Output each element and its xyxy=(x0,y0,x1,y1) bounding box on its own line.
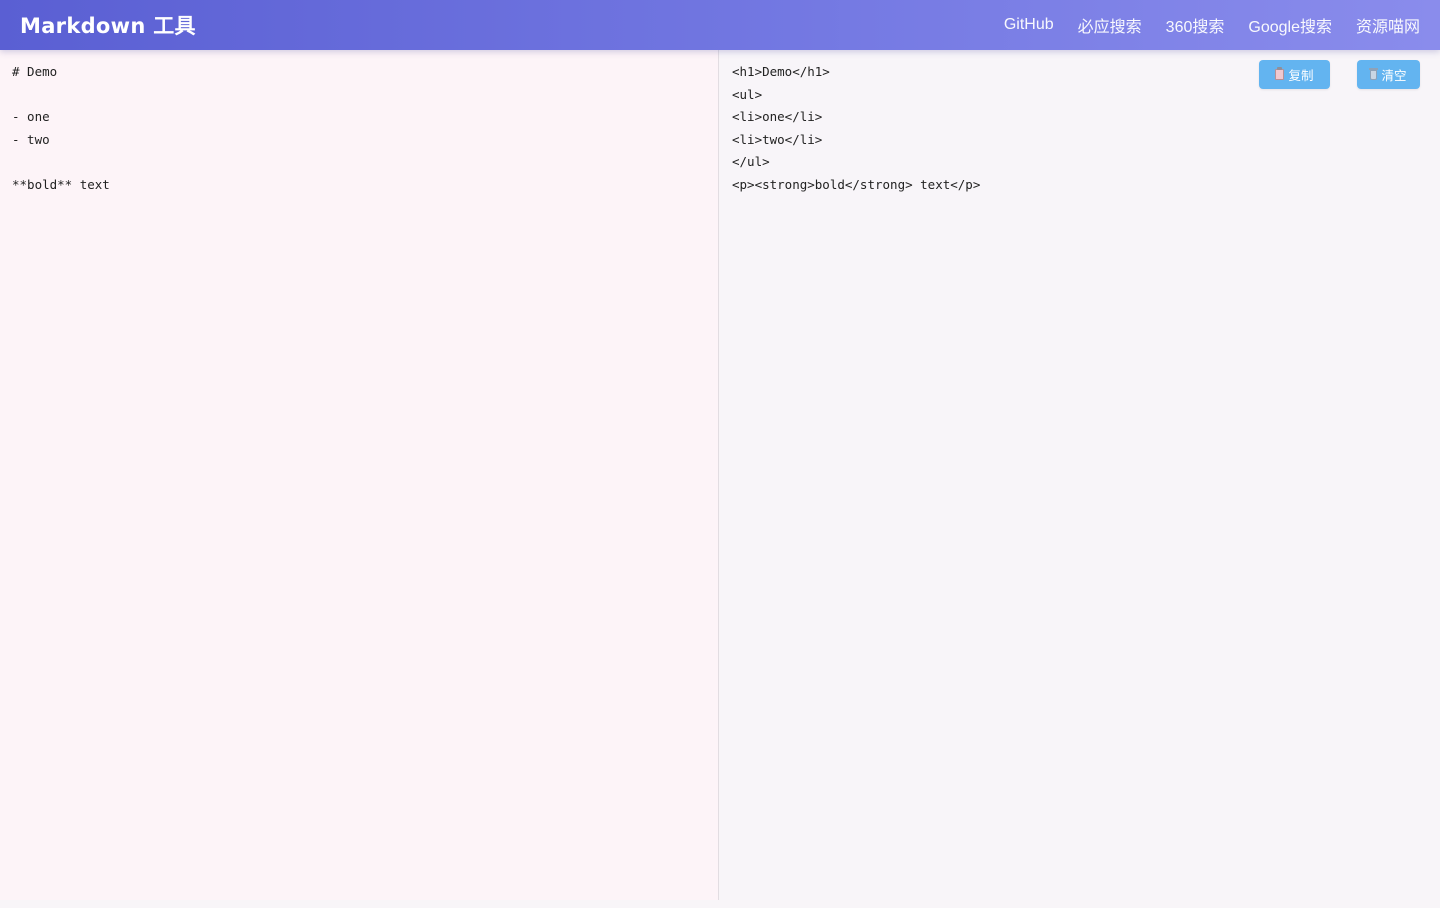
html-output-pane: <h1>Demo</h1> <ul> <li>one</li> <li>two<… xyxy=(720,50,1440,900)
trash-icon xyxy=(1369,67,1379,80)
top-bar: Markdown 工具 GitHub 必应搜索 360搜索 Google搜索 资… xyxy=(0,0,1440,50)
nav-link-resource-site[interactable]: 资源喵网 xyxy=(1356,13,1420,37)
html-output[interactable]: <h1>Demo</h1> <ul> <li>one</li> <li>two<… xyxy=(720,50,1440,207)
app-title: Markdown 工具 xyxy=(20,14,196,38)
markdown-editor-pane xyxy=(0,50,719,900)
nav-link-github[interactable]: GitHub xyxy=(1004,16,1054,34)
copy-button-label: 复制 xyxy=(1288,68,1314,83)
top-nav: GitHub 必应搜索 360搜索 Google搜索 资源喵网 xyxy=(980,13,1420,37)
clear-button[interactable]: 清空 xyxy=(1357,60,1420,89)
copy-button[interactable]: 复制 xyxy=(1259,60,1330,89)
clear-button-label: 清空 xyxy=(1381,68,1407,83)
clipboard-icon xyxy=(1275,67,1285,80)
nav-link-bing-search[interactable]: 必应搜索 xyxy=(1078,13,1142,37)
nav-link-360-search[interactable]: 360搜索 xyxy=(1166,13,1225,37)
markdown-input[interactable] xyxy=(0,50,718,900)
nav-link-google-search[interactable]: Google搜索 xyxy=(1248,13,1332,37)
